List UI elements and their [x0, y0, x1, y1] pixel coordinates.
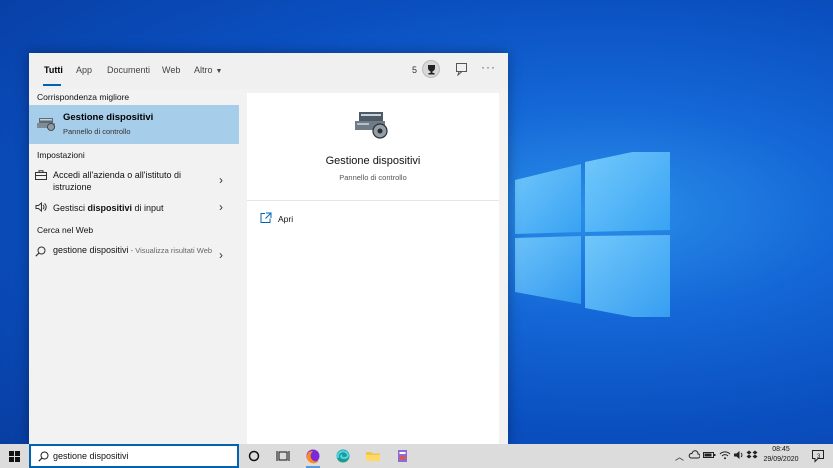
- dropbox-icon[interactable]: [746, 450, 758, 460]
- notification-center-icon[interactable]: 3: [811, 449, 825, 463]
- battery-icon[interactable]: [703, 450, 716, 460]
- label-part: di input: [132, 203, 164, 213]
- label-part: Gestisci: [53, 203, 88, 213]
- label-highlight: dispositivi: [87, 203, 133, 213]
- search-panel: Tutti App Documenti Web Altro ▼ 5 ··· Cor…: [29, 53, 508, 444]
- speaker-icon: [35, 202, 47, 212]
- chevron-right-icon[interactable]: ›: [219, 173, 223, 187]
- clock-date: 29/09/2020: [763, 456, 799, 463]
- best-match-item[interactable]: Gestione dispositivi Pannello di control…: [29, 105, 239, 144]
- settings-header: Impostazioni: [37, 150, 85, 160]
- web-search-header: Cerca nel Web: [37, 225, 94, 235]
- volume-icon[interactable]: [733, 450, 745, 460]
- rewards-points: 5: [412, 65, 418, 75]
- search-input[interactable]: [53, 449, 233, 463]
- device-manager-icon: [37, 118, 55, 131]
- feedback-icon[interactable]: [455, 62, 469, 76]
- tab-documenti[interactable]: Documenti: [107, 65, 150, 75]
- detail-pane: Gestione dispositivi Pannello di control…: [247, 93, 499, 444]
- web-query-suffix: - Visualizza risultati Web: [128, 246, 213, 255]
- chevron-up-icon[interactable]: ︿: [675, 450, 684, 463]
- search-icon: [38, 451, 49, 462]
- detail-subtitle: Pannello di controllo: [339, 173, 407, 182]
- search-icon: [35, 246, 46, 257]
- wifi-icon[interactable]: [719, 450, 731, 460]
- start-button[interactable]: [0, 444, 29, 468]
- detail-divider: [247, 200, 499, 201]
- windows-start-icon: [9, 451, 20, 462]
- active-tab-indicator: [43, 84, 61, 86]
- cortana-icon[interactable]: [245, 447, 263, 465]
- open-icon: [260, 212, 272, 223]
- briefcase-icon: [35, 170, 47, 180]
- cloud-icon[interactable]: [688, 450, 700, 460]
- more-options-icon[interactable]: ···: [481, 60, 496, 74]
- chevron-right-icon[interactable]: ›: [219, 200, 223, 214]
- tab-web[interactable]: Web: [162, 65, 180, 75]
- best-match-header: Corrispondenza migliore: [37, 92, 130, 102]
- device-manager-large-icon: [355, 112, 388, 139]
- best-match-subtitle: Pannello di controllo: [63, 127, 131, 136]
- web-query: gestione dispositivi: [53, 245, 129, 255]
- settings-item-work-school-label: Accedi all'azienda o all'istituto di ist…: [53, 170, 182, 192]
- notification-count: 3: [817, 454, 821, 460]
- best-match-title: Gestione dispositivi: [63, 112, 154, 123]
- taskbar-search-box[interactable]: [29, 444, 239, 468]
- trophy-icon[interactable]: [422, 60, 440, 78]
- task-view-icon[interactable]: [274, 447, 292, 465]
- settings-item-work-school[interactable]: Accedi all'azienda o all'istituto di ist…: [29, 167, 239, 195]
- web-search-item[interactable]: gestione dispositivi - Visualizza risult…: [29, 242, 239, 272]
- tab-altro-label: Altro: [194, 65, 213, 75]
- chevron-down-icon: ▼: [215, 68, 223, 75]
- chevron-right-icon[interactable]: ›: [219, 248, 223, 262]
- file-explorer-icon[interactable]: [364, 447, 382, 465]
- windows-wallpaper-logo: [515, 152, 670, 317]
- taskbar: ︿ 08:45 29/09/2020 3: [0, 444, 833, 468]
- clock-time: 08:45: [772, 446, 790, 453]
- tab-app[interactable]: App: [76, 65, 92, 75]
- web-search-label: gestione dispositivi - Visualizza risult…: [53, 244, 213, 257]
- tab-tutti[interactable]: Tutti: [44, 65, 63, 75]
- firefox-icon[interactable]: [304, 447, 322, 468]
- detail-title: Gestione dispositivi: [325, 155, 421, 167]
- settings-item-input-devices[interactable]: Gestisci dispositivi di input ›: [29, 200, 239, 216]
- results-list: Corrispondenza migliore Gestione disposi…: [29, 89, 239, 444]
- edge-icon[interactable]: [334, 447, 352, 465]
- open-action[interactable]: Apri: [278, 214, 293, 224]
- tab-altro[interactable]: Altro ▼: [194, 65, 222, 75]
- clock[interactable]: 08:45 29/09/2020: [760, 445, 802, 465]
- settings-item-input-devices-label: Gestisci dispositivi di input: [53, 202, 213, 214]
- search-tabs-bar: Tutti App Documenti Web Altro ▼ 5 ···: [29, 53, 508, 89]
- device-manager-taskbar-icon[interactable]: [394, 447, 412, 465]
